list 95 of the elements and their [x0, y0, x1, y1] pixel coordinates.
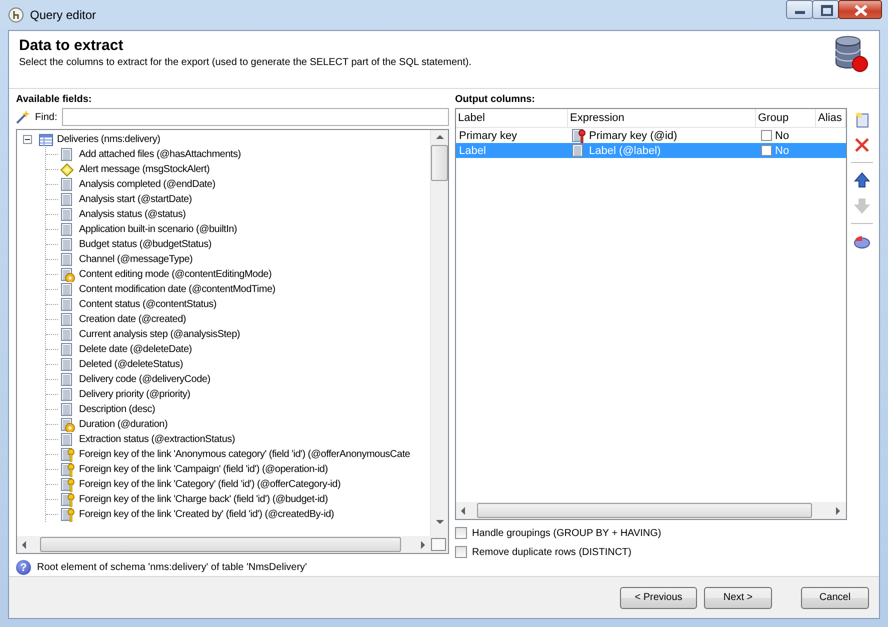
list-icon	[60, 298, 75, 312]
tree-item[interactable]: Foreign key of the link 'Charge back' (field 'id') (@budget-id)	[46, 492, 330, 507]
key-icon	[60, 448, 75, 462]
list-icon	[60, 282, 75, 296]
column-header[interactable]: Group	[756, 109, 816, 127]
list-icon	[60, 178, 75, 192]
tree-item[interactable]: Analysis start (@startDate)	[46, 192, 194, 207]
list-icon	[60, 222, 75, 236]
table-cell: No	[775, 130, 790, 142]
vertical-scrollbar[interactable]	[430, 130, 448, 536]
tree-item[interactable]: Application built-in scenario (@builtIn)	[46, 222, 240, 237]
tree-item[interactable]: Content modification date (@contentModTime)	[46, 282, 278, 297]
table-cell: Label (@label)	[589, 144, 661, 156]
tree-item[interactable]: Delivery priority (@priority)	[46, 387, 192, 402]
key-icon	[571, 128, 586, 142]
app-icon	[8, 7, 24, 23]
tree-item[interactable]: Current analysis step (@analysisStep)	[46, 327, 242, 342]
table-cell: No	[775, 144, 790, 156]
maximize-button[interactable]	[812, 0, 839, 19]
list-icon	[60, 148, 75, 162]
column-header[interactable]: Alias	[816, 109, 846, 127]
next-button[interactable]: Next >	[704, 586, 772, 608]
tree-item[interactable]: Extraction status (@extractionStatus)	[46, 432, 237, 447]
list-icon	[60, 342, 75, 356]
collapse-toggle[interactable]	[23, 135, 32, 144]
list-icon	[60, 402, 75, 416]
window-title: Query editor	[30, 8, 98, 22]
tree-item[interactable]: Deliveries (nms:delivery)	[39, 132, 162, 147]
page-description: Select the columns to extract for the export (used to generate the SELECT part of the SQL statement).	[19, 57, 472, 68]
status-text: Root element of schema 'nms:delivery' of table 'NmsDelivery'	[37, 562, 307, 573]
key-icon	[60, 462, 75, 476]
list-icon	[60, 328, 75, 342]
arrow-up-icon[interactable]	[853, 171, 871, 189]
list-icon	[60, 238, 75, 252]
table-row[interactable]: Primary key Primary key (@id) No	[456, 128, 846, 143]
horizontal-scrollbar[interactable]	[456, 502, 846, 519]
tree-item[interactable]: Description (desc)	[46, 402, 158, 417]
tree-item[interactable]: Foreign key of the link 'Anonymous category' (field 'id') (@offerAnonymousCate	[46, 447, 412, 462]
tree-item[interactable]: Foreign key of the link 'Created by' (field 'id') (@createdBy-id)	[46, 507, 336, 522]
key-icon	[60, 508, 75, 522]
section-label: Output columns:	[455, 94, 536, 105]
key-icon	[60, 478, 75, 492]
list-icon	[60, 388, 75, 402]
checkbox[interactable]	[455, 527, 467, 539]
tree-item[interactable]: Channel (@messageType)	[46, 252, 195, 267]
list-icon	[60, 312, 75, 326]
list-icon	[60, 252, 75, 266]
tree-item[interactable]: Creation date (@created)	[46, 312, 188, 327]
find-label: Find:	[35, 112, 58, 122]
checkbox-label: Handle groupings (GROUP BY + HAVING)	[472, 528, 662, 538]
new-document-icon[interactable]	[853, 110, 871, 128]
previous-button[interactable]: < Previous	[620, 586, 697, 608]
table-icon	[39, 134, 53, 146]
tree-item[interactable]: Content editing mode (@contentEditingMode)	[46, 267, 274, 282]
tree-item[interactable]: Alert message (msgStockAlert)	[46, 162, 212, 177]
table-cell: Primary key (@id)	[589, 130, 678, 142]
help-icon: ?	[16, 560, 31, 575]
tree-item[interactable]: Duration (@duration)	[46, 417, 170, 432]
checkbox-label: Remove duplicate rows (DISTINCT)	[472, 546, 632, 558]
delete-icon[interactable]	[853, 136, 871, 154]
key-icon	[60, 492, 75, 506]
list-icon	[60, 358, 75, 372]
checkbox[interactable]	[761, 130, 772, 141]
tree-item[interactable]: Delivery code (@deliveryCode)	[46, 372, 212, 387]
diamond-icon	[60, 162, 75, 176]
database-icon	[833, 35, 869, 73]
gear-icon	[60, 268, 75, 282]
minimize-button[interactable]	[786, 0, 813, 19]
tree-item[interactable]: Foreign key of the link 'Category' (field 'id') (@offerCategory-id)	[46, 477, 343, 492]
cancel-button[interactable]: Cancel	[801, 586, 869, 608]
list-icon	[60, 208, 75, 222]
table-cell-text: Primary key	[458, 130, 518, 142]
wand-icon	[16, 110, 30, 124]
list-icon	[60, 432, 75, 446]
close-button[interactable]	[838, 0, 882, 19]
checkbox[interactable]	[761, 145, 772, 156]
tree-item[interactable]: Foreign key of the link 'Campaign' (field 'id') (@operation-id)	[46, 462, 330, 477]
page-title: Data to extract	[19, 37, 124, 54]
tree-item[interactable]: Budget status (@budgetStatus)	[46, 237, 214, 252]
tree-item[interactable]: Add attached files (@hasAttachments)	[46, 147, 243, 162]
find-field[interactable]	[62, 108, 449, 126]
tree-item[interactable]: Content status (@contentStatus)	[46, 297, 218, 312]
list-icon	[571, 144, 586, 158]
list-icon	[60, 192, 75, 206]
gear-icon	[60, 418, 75, 432]
table-cell-text: Label	[458, 144, 487, 156]
tree-item[interactable]: Delete date (@deleteDate)	[46, 342, 194, 357]
checkbox[interactable]	[455, 546, 467, 558]
section-label: Available fields:	[16, 94, 93, 105]
tree-item[interactable]: Analysis completed (@endDate)	[46, 177, 218, 192]
column-header[interactable]: Expression	[568, 109, 756, 127]
tree-item[interactable]: Deleted (@deleteStatus)	[46, 357, 185, 372]
list-icon	[60, 372, 75, 386]
tree-item[interactable]: Analysis status (@status)	[46, 207, 188, 222]
column-header[interactable]: Label	[456, 109, 568, 127]
